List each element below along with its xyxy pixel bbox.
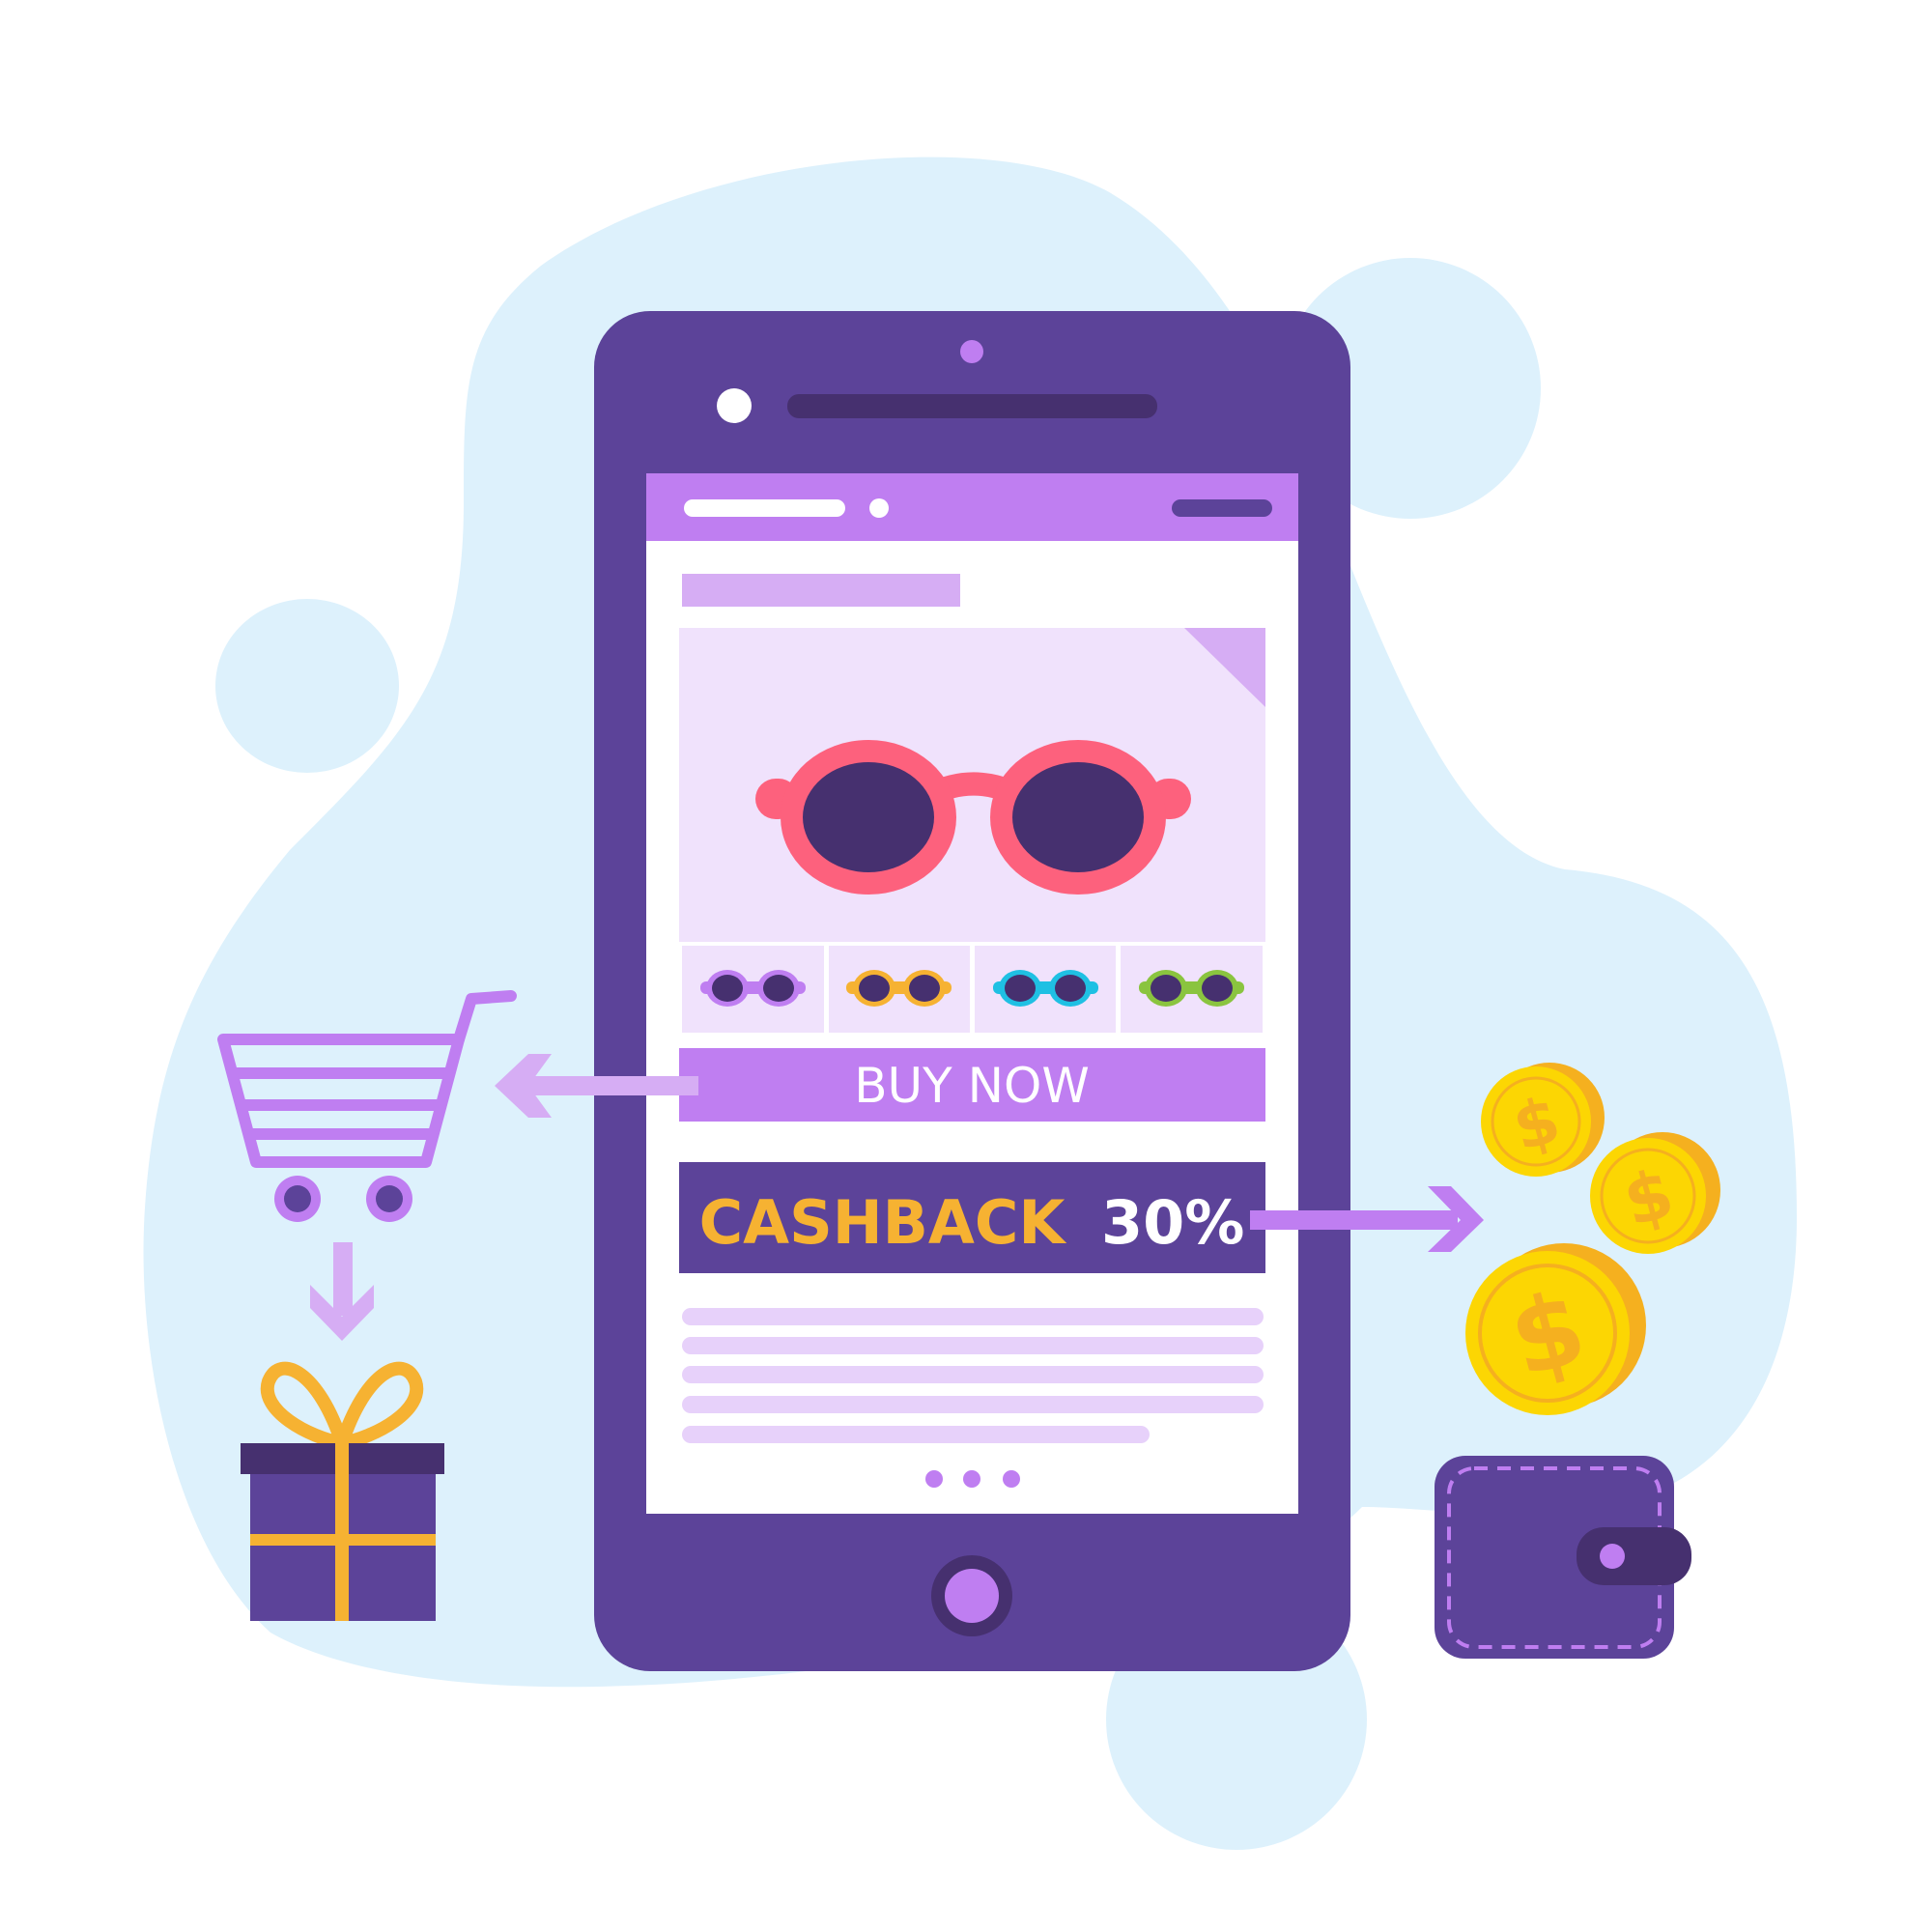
- pagination-dots[interactable]: [925, 1470, 1020, 1488]
- home-button[interactable]: [945, 1569, 999, 1623]
- variant-thumbnail-blue[interactable]: [975, 946, 1116, 1033]
- phone-sensor: [717, 388, 752, 423]
- phone-camera: [960, 340, 983, 363]
- cashback-banner: CASHBACK 30%: [679, 1162, 1265, 1273]
- page-heading-placeholder: [682, 574, 960, 607]
- wallet-icon: [1435, 1456, 1691, 1659]
- cashback-illustration: BUY NOW CASHBACK 30% $ $ $: [143, 156, 1797, 1850]
- variant-thumbnail-green[interactable]: [1121, 946, 1263, 1033]
- buy-now-label: BUY NOW: [854, 1058, 1090, 1114]
- buy-now-button[interactable]: BUY NOW: [679, 1048, 1265, 1122]
- cashback-percent: 30%: [1101, 1187, 1244, 1258]
- background-blob-left: [215, 599, 399, 773]
- cashback-word: CASHBACK: [699, 1187, 1067, 1258]
- menu-bar-button[interactable]: [1172, 499, 1272, 517]
- smartphone: BUY NOW CASHBACK 30%: [594, 311, 1350, 1671]
- variant-thumbnail-orange[interactable]: [829, 946, 970, 1033]
- variant-thumbnail-purple[interactable]: [682, 946, 824, 1033]
- address-bar[interactable]: [684, 499, 845, 517]
- cashback-text: CASHBACK 30%: [699, 1187, 1245, 1258]
- address-bar-dot: [869, 498, 889, 518]
- phone-speaker: [787, 394, 1157, 418]
